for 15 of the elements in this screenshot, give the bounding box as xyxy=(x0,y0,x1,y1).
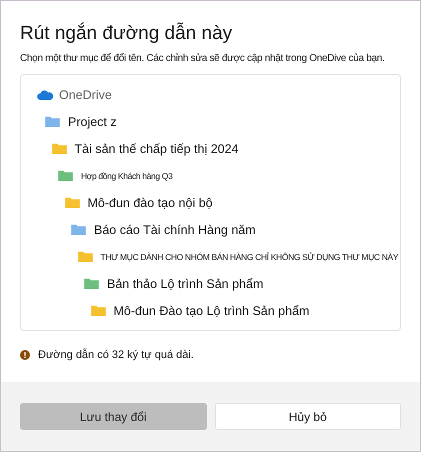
dialog-description: Chọn một thư mục để đổi tên. Các chỉnh sửa sẽ được cập nhật trong OneDive của bạn. xyxy=(20,53,386,64)
folder-item[interactable]: Hợp đồng Khách hàng Q3 xyxy=(81,170,172,180)
dialog-title: Rút ngắn đường dẫn này xyxy=(20,23,234,45)
folder-item[interactable]: Bản thảo Lộ trình Sản phẩm xyxy=(107,276,264,290)
warning-icon xyxy=(20,350,30,360)
folder-item[interactable]: Project z xyxy=(68,114,117,128)
folder-item[interactable]: Mô-đun đào tạo nội bộ xyxy=(88,196,213,210)
folder-item[interactable]: Báo cáo Tài chính Hàng năm xyxy=(94,222,256,236)
folder-item[interactable]: Tài sản thế chấp tiếp thị 2024 xyxy=(74,142,239,156)
cloud-icon xyxy=(37,90,54,100)
folder-item[interactable]: Mô-đun Đào tạo Lộ trình Sản phẩm xyxy=(114,304,310,318)
warning-message: Đường dẫn có 32 ký tự quá dài. xyxy=(38,349,194,361)
root-label: OneDrive xyxy=(59,88,112,102)
cancel-button[interactable]: Hủy bỏ xyxy=(214,403,401,430)
folder-item[interactable]: THƯ MỤC DÀNH CHO NHÓM BÁN HÀNG CHỈ KHÔNG SỬ DỤNG THƯ MỤC NÀY xyxy=(100,252,398,262)
